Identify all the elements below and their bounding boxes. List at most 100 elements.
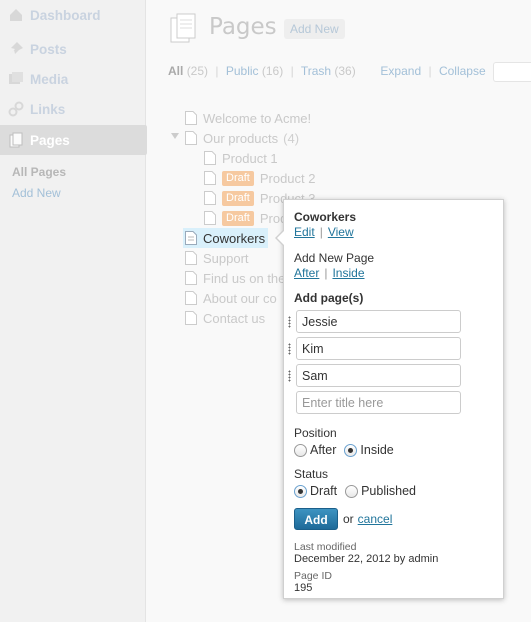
status-published-label: Published xyxy=(361,484,416,498)
pages-header-icon xyxy=(170,13,196,43)
drag-handle-icon[interactable] xyxy=(288,370,291,382)
menu-item-media[interactable]: Media xyxy=(0,64,146,94)
menu-item-posts[interactable]: Posts xyxy=(0,34,146,64)
tree-node-about[interactable]: About our co xyxy=(185,288,277,308)
separator: | xyxy=(319,225,323,239)
document-icon xyxy=(185,251,197,265)
separator: | xyxy=(215,64,219,78)
submenu-add-new[interactable]: Add New xyxy=(12,183,66,204)
pages-icon xyxy=(9,132,23,148)
new-page-row xyxy=(294,391,493,418)
menu-item-links[interactable]: Links xyxy=(0,94,146,124)
document-icon xyxy=(185,291,197,305)
filter-links: All (25) | Public (16) | Trash (36) Expa… xyxy=(168,64,486,78)
tree-node-product-4[interactable]: Draft Prod xyxy=(204,208,287,228)
pin-icon xyxy=(9,42,23,56)
document-icon xyxy=(185,271,197,285)
page-actions-popover: Coworkers Edit | View Add New Page After | I… xyxy=(275,199,504,599)
position-label: Position xyxy=(294,426,337,440)
menu-item-pages[interactable]: Pages xyxy=(0,125,146,155)
page-title-input[interactable] xyxy=(296,310,461,333)
tree-node-find-us[interactable]: Find us on the xyxy=(185,268,285,288)
status-label: Status xyxy=(294,467,329,481)
drag-handle-icon[interactable] xyxy=(288,343,291,355)
admin-sidebar: Dashboard Posts Media Links Pages All Pa… xyxy=(0,0,146,622)
popover-actions: Edit | View xyxy=(294,225,493,239)
add-after-link[interactable]: After xyxy=(294,266,319,280)
status-options: Draft Published xyxy=(294,484,493,498)
edit-link[interactable]: Edit xyxy=(294,225,315,239)
draft-badge: Draft xyxy=(222,210,254,226)
status-published-radio[interactable] xyxy=(345,484,359,498)
draft-badge: Draft xyxy=(222,190,254,206)
tree-node-our-products[interactable]: Our products (4) xyxy=(185,128,299,148)
cancel-link[interactable]: cancel xyxy=(358,512,393,526)
dashboard-icon xyxy=(10,9,22,21)
filter-public[interactable]: Public xyxy=(226,64,259,78)
new-page-title-input[interactable] xyxy=(296,391,461,414)
draft-badge: Draft xyxy=(222,170,254,186)
or-text: or xyxy=(343,512,354,526)
last-modified-value: December 22, 2012 by admin xyxy=(294,553,439,565)
new-page-row xyxy=(288,364,493,391)
add-inside-link[interactable]: Inside xyxy=(332,266,364,280)
node-title: Welcome to Acme! xyxy=(203,110,312,126)
node-count: (4) xyxy=(283,130,300,146)
document-icon xyxy=(185,131,197,145)
node-title: About our co xyxy=(203,290,277,306)
node-title: Support xyxy=(203,250,249,266)
search-input[interactable] xyxy=(493,62,531,82)
add-new-page-actions: After | Inside xyxy=(294,266,493,280)
expand-link[interactable]: Expand xyxy=(380,64,421,78)
last-modified-label: Last modified xyxy=(294,541,357,553)
add-new-button[interactable]: Add New xyxy=(284,19,345,39)
tree-node-welcome[interactable]: Welcome to Acme! xyxy=(185,108,311,128)
menu-item-label: Dashboard xyxy=(30,7,101,23)
add-new-page-label: Add New Page xyxy=(294,251,375,265)
popover-title: Coworkers xyxy=(294,210,357,224)
page-title-input[interactable] xyxy=(296,337,461,360)
media-icon xyxy=(9,72,23,84)
collapse-link[interactable]: Collapse xyxy=(439,64,486,78)
new-page-row xyxy=(288,337,493,364)
menu-item-dashboard[interactable]: Dashboard xyxy=(0,0,146,30)
new-pages-list xyxy=(288,310,493,418)
position-after-label: After xyxy=(310,443,337,457)
link-icon xyxy=(8,101,24,117)
node-title: Find us on the xyxy=(203,270,286,286)
drag-handle-icon[interactable] xyxy=(288,316,291,328)
menu-item-label: Pages xyxy=(30,132,70,148)
tree-node-contact[interactable]: Contact us xyxy=(185,308,265,328)
view-link[interactable]: View xyxy=(328,225,354,239)
separator: | xyxy=(324,266,328,280)
page-id-label: Page ID xyxy=(294,570,332,582)
page-id-value: 195 xyxy=(294,582,313,594)
position-after-radio[interactable] xyxy=(294,443,307,457)
status-draft-radio[interactable] xyxy=(294,484,307,498)
document-icon xyxy=(185,231,197,245)
position-inside-radio[interactable] xyxy=(344,443,358,457)
collapse-toggle-icon[interactable] xyxy=(171,133,179,139)
menu-item-label: Links xyxy=(30,101,66,117)
document-icon xyxy=(204,211,216,225)
position-options: After Inside xyxy=(294,443,493,457)
position-inside-label: Inside xyxy=(360,443,394,457)
separator: | xyxy=(428,64,432,78)
node-title: Product 2 xyxy=(259,170,316,186)
tree-node-support[interactable]: Support xyxy=(185,248,249,268)
node-title: Coworkers xyxy=(203,230,266,246)
filter-all[interactable]: All xyxy=(168,64,183,78)
submenu-all-pages[interactable]: All Pages xyxy=(12,162,66,183)
page-title-input[interactable] xyxy=(296,364,461,387)
tree-node-coworkers[interactable]: Coworkers xyxy=(183,228,269,248)
status-draft-label: Draft xyxy=(310,484,338,498)
page-title: Pages xyxy=(209,14,277,40)
filter-trash[interactable]: Trash xyxy=(301,64,331,78)
tree-node-product-1[interactable]: Product 1 xyxy=(204,148,278,168)
tree-node-product-2[interactable]: Draft Product 2 xyxy=(204,168,316,188)
add-pages-heading: Add page(s) xyxy=(294,291,364,305)
node-title: Contact us xyxy=(203,310,266,326)
popover-arrow-inner xyxy=(277,230,285,246)
document-icon xyxy=(204,171,216,185)
add-button[interactable]: Add xyxy=(294,508,338,530)
